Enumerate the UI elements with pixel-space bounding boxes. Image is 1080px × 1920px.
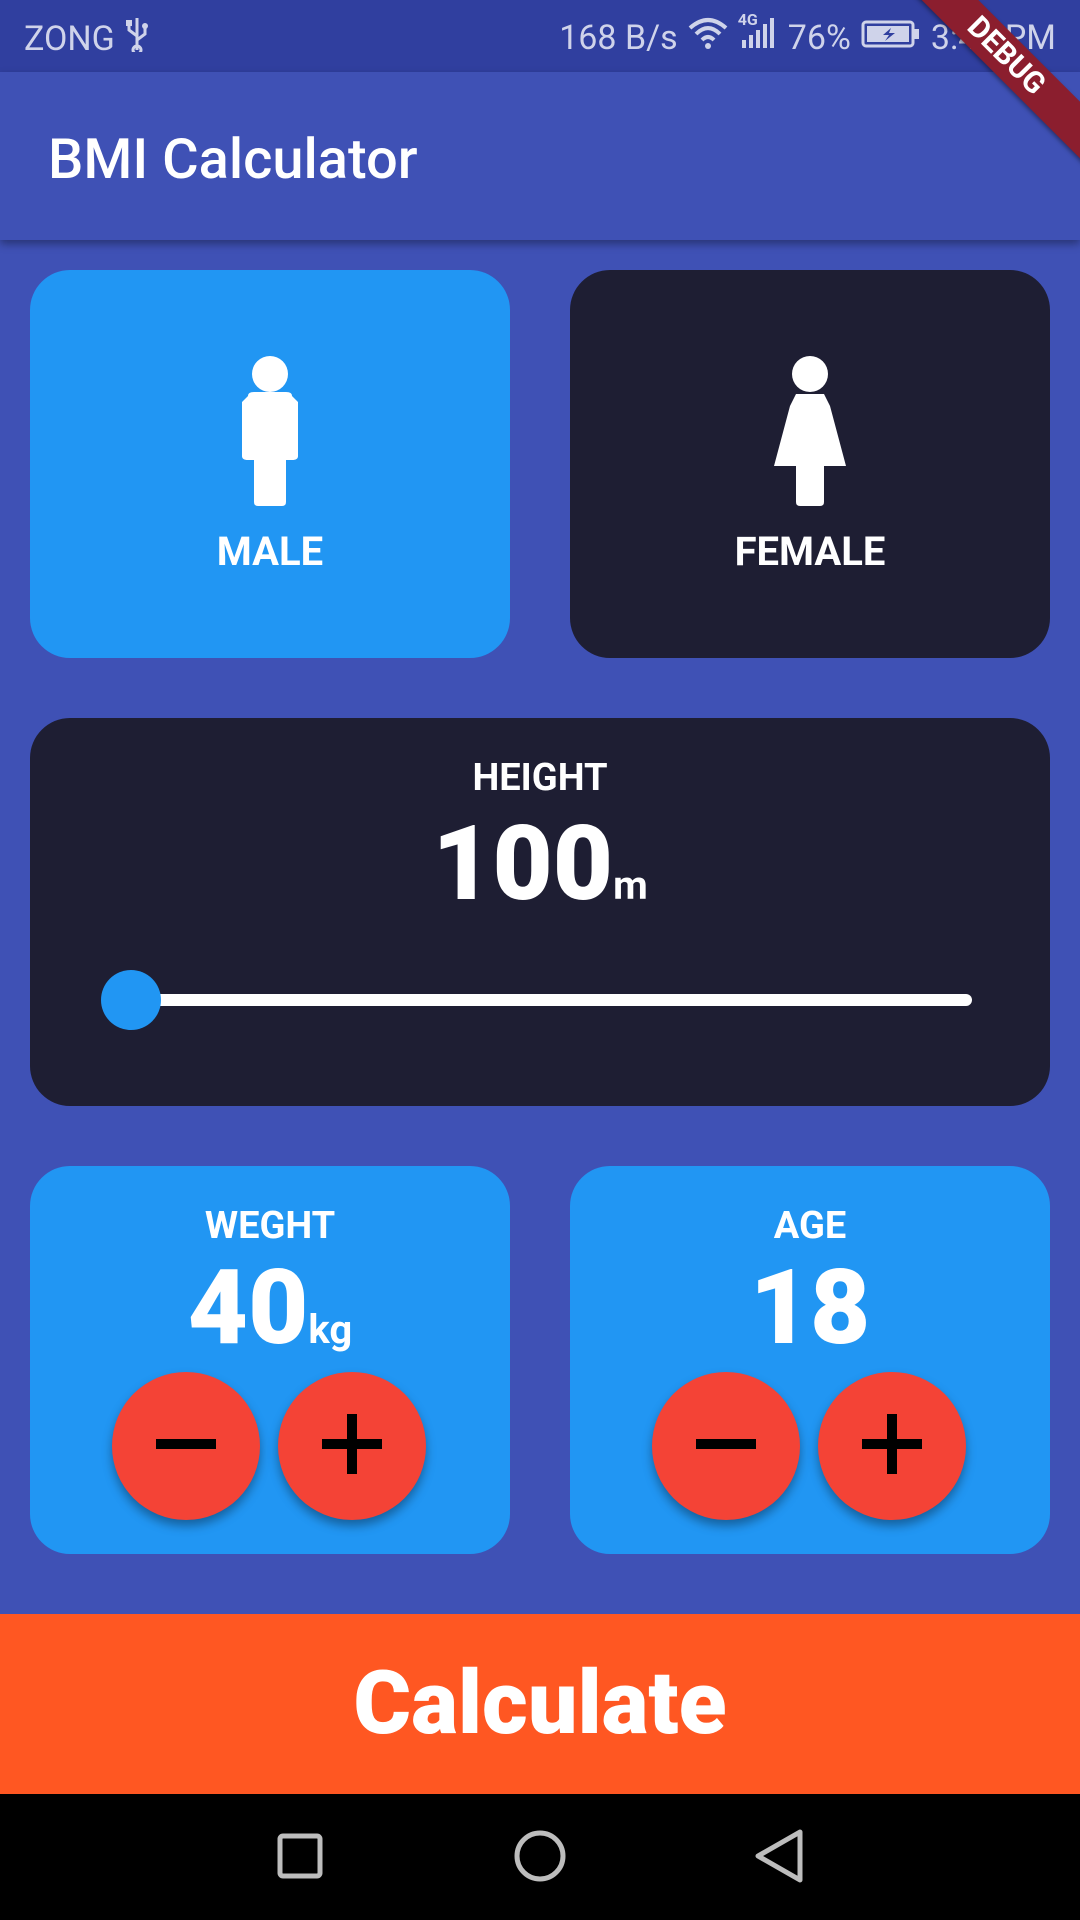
male-icon — [240, 356, 300, 510]
battery-icon — [861, 18, 921, 58]
age-value: 18 — [749, 1248, 871, 1369]
weight-value: 40 — [187, 1248, 309, 1369]
height-card: HEIGHT 100m — [30, 718, 1050, 1106]
female-card[interactable]: FEMALE — [570, 270, 1050, 658]
weight-label: WEGHT — [204, 1204, 336, 1248]
weight-increment-button[interactable] — [278, 1372, 426, 1520]
home-icon[interactable] — [510, 1826, 570, 1890]
signal-icon: 4G — [738, 10, 778, 59]
weight-decrement-button[interactable] — [112, 1372, 260, 1520]
speed-label: 168 B/s — [559, 17, 678, 58]
age-label: AGE — [773, 1204, 847, 1248]
weight-unit: kg — [308, 1306, 353, 1353]
weight-value-row: 40kg — [30, 1248, 510, 1369]
plus-icon — [860, 1412, 924, 1480]
navigation-bar — [0, 1794, 1080, 1920]
female-icon — [774, 356, 846, 510]
age-decrement-button[interactable] — [652, 1372, 800, 1520]
recent-apps-icon[interactable] — [276, 1826, 324, 1890]
back-icon[interactable] — [752, 1826, 808, 1890]
minus-icon — [694, 1412, 758, 1480]
plus-icon — [320, 1412, 384, 1480]
network-type-label: 4G — [737, 10, 758, 29]
minus-icon — [154, 1412, 218, 1480]
height-unit: m — [613, 862, 648, 909]
male-label: MALE — [216, 528, 324, 575]
height-value-row: 100m — [30, 804, 1050, 925]
status-bar: ZONG 168 B/s 4G 76% — [0, 0, 1080, 72]
male-card[interactable]: MALE — [30, 270, 510, 658]
female-label: FEMALE — [734, 528, 886, 575]
usb-icon — [125, 16, 149, 61]
age-card: AGE 18 — [570, 1166, 1050, 1554]
battery-percent: 76% — [787, 17, 851, 58]
height-slider-track[interactable] — [102, 994, 972, 1006]
height-value: 100 — [432, 804, 614, 925]
height-slider-thumb[interactable] — [101, 970, 161, 1030]
app-title: BMI Calculator — [48, 126, 418, 192]
weight-card: WEGHT 40kg — [30, 1166, 510, 1554]
height-label: HEIGHT — [472, 756, 608, 800]
age-increment-button[interactable] — [818, 1372, 966, 1520]
calculate-button[interactable]: Calculate — [0, 1614, 1080, 1794]
carrier-label: ZONG — [24, 18, 115, 59]
status-left: ZONG — [24, 16, 149, 61]
wifi-icon — [688, 16, 728, 59]
app-bar: BMI Calculator — [0, 72, 1080, 240]
age-value-row: 18 — [570, 1248, 1050, 1369]
